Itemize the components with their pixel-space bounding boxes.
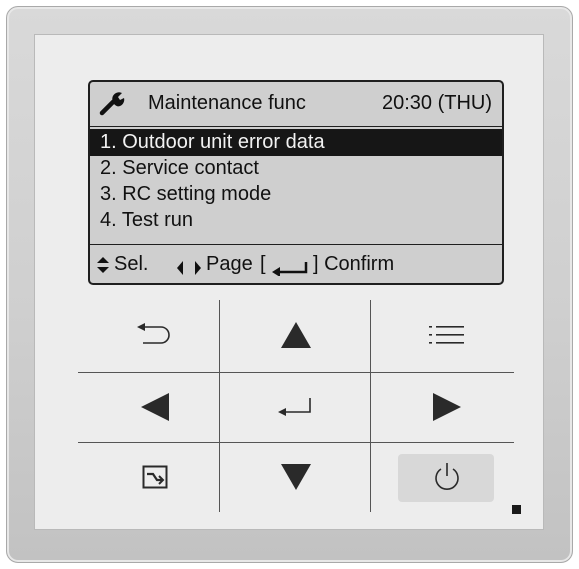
grid-divider <box>78 442 514 443</box>
menu-button[interactable] <box>382 306 512 368</box>
clock-display: 20:30 (THU) <box>381 92 492 114</box>
up-down-arrows-icon <box>96 255 110 281</box>
wrench-icon <box>98 90 130 123</box>
hint-page: Page <box>206 253 253 275</box>
hint-select: Sel. <box>114 253 149 275</box>
menu-item-service-contact[interactable]: 2. Service contact <box>90 155 502 181</box>
power-button[interactable] <box>382 448 512 510</box>
down-button[interactable] <box>231 448 361 510</box>
back-button[interactable] <box>90 306 220 368</box>
back-icon <box>133 322 177 352</box>
hint-confirm: ] Confirm <box>313 253 395 275</box>
right-arrow-icon <box>433 392 461 426</box>
hint-bracket-open: [ <box>260 253 266 275</box>
enter-key-icon <box>270 257 310 283</box>
divider <box>90 126 502 127</box>
right-button[interactable] <box>382 378 512 440</box>
left-button[interactable] <box>90 378 220 440</box>
menu-list-icon <box>427 324 467 351</box>
lcd-header: Maintenance func 20:30 (THU) <box>90 88 502 118</box>
menu-item-outdoor-unit-error-data[interactable]: 1. Outdoor unit error data <box>90 129 502 156</box>
menu-item-rc-setting-mode[interactable]: 3. RC setting mode <box>90 181 502 207</box>
grid-divider <box>78 372 514 373</box>
left-arrow-icon <box>141 392 169 426</box>
up-arrow-icon <box>281 321 311 353</box>
divider <box>90 244 502 245</box>
down-arrow-icon <box>281 463 311 495</box>
screen-title: Maintenance func <box>148 92 306 114</box>
function-button[interactable] <box>90 448 220 510</box>
status-led <box>512 505 521 514</box>
enter-button[interactable] <box>231 378 361 440</box>
up-button[interactable] <box>231 306 361 368</box>
button-pad <box>78 300 514 520</box>
lcd-screen: Maintenance func 20:30 (THU) 1. Outdoor … <box>88 80 504 285</box>
grid-divider <box>370 300 371 512</box>
function-icon <box>142 465 168 494</box>
menu-item-test-run[interactable]: 4. Test run <box>90 207 502 233</box>
enter-icon <box>276 396 316 423</box>
power-icon <box>431 461 463 498</box>
left-right-arrows-icon <box>176 256 204 282</box>
hint-bar: Sel. Page [ ] Confirm <box>90 249 502 279</box>
